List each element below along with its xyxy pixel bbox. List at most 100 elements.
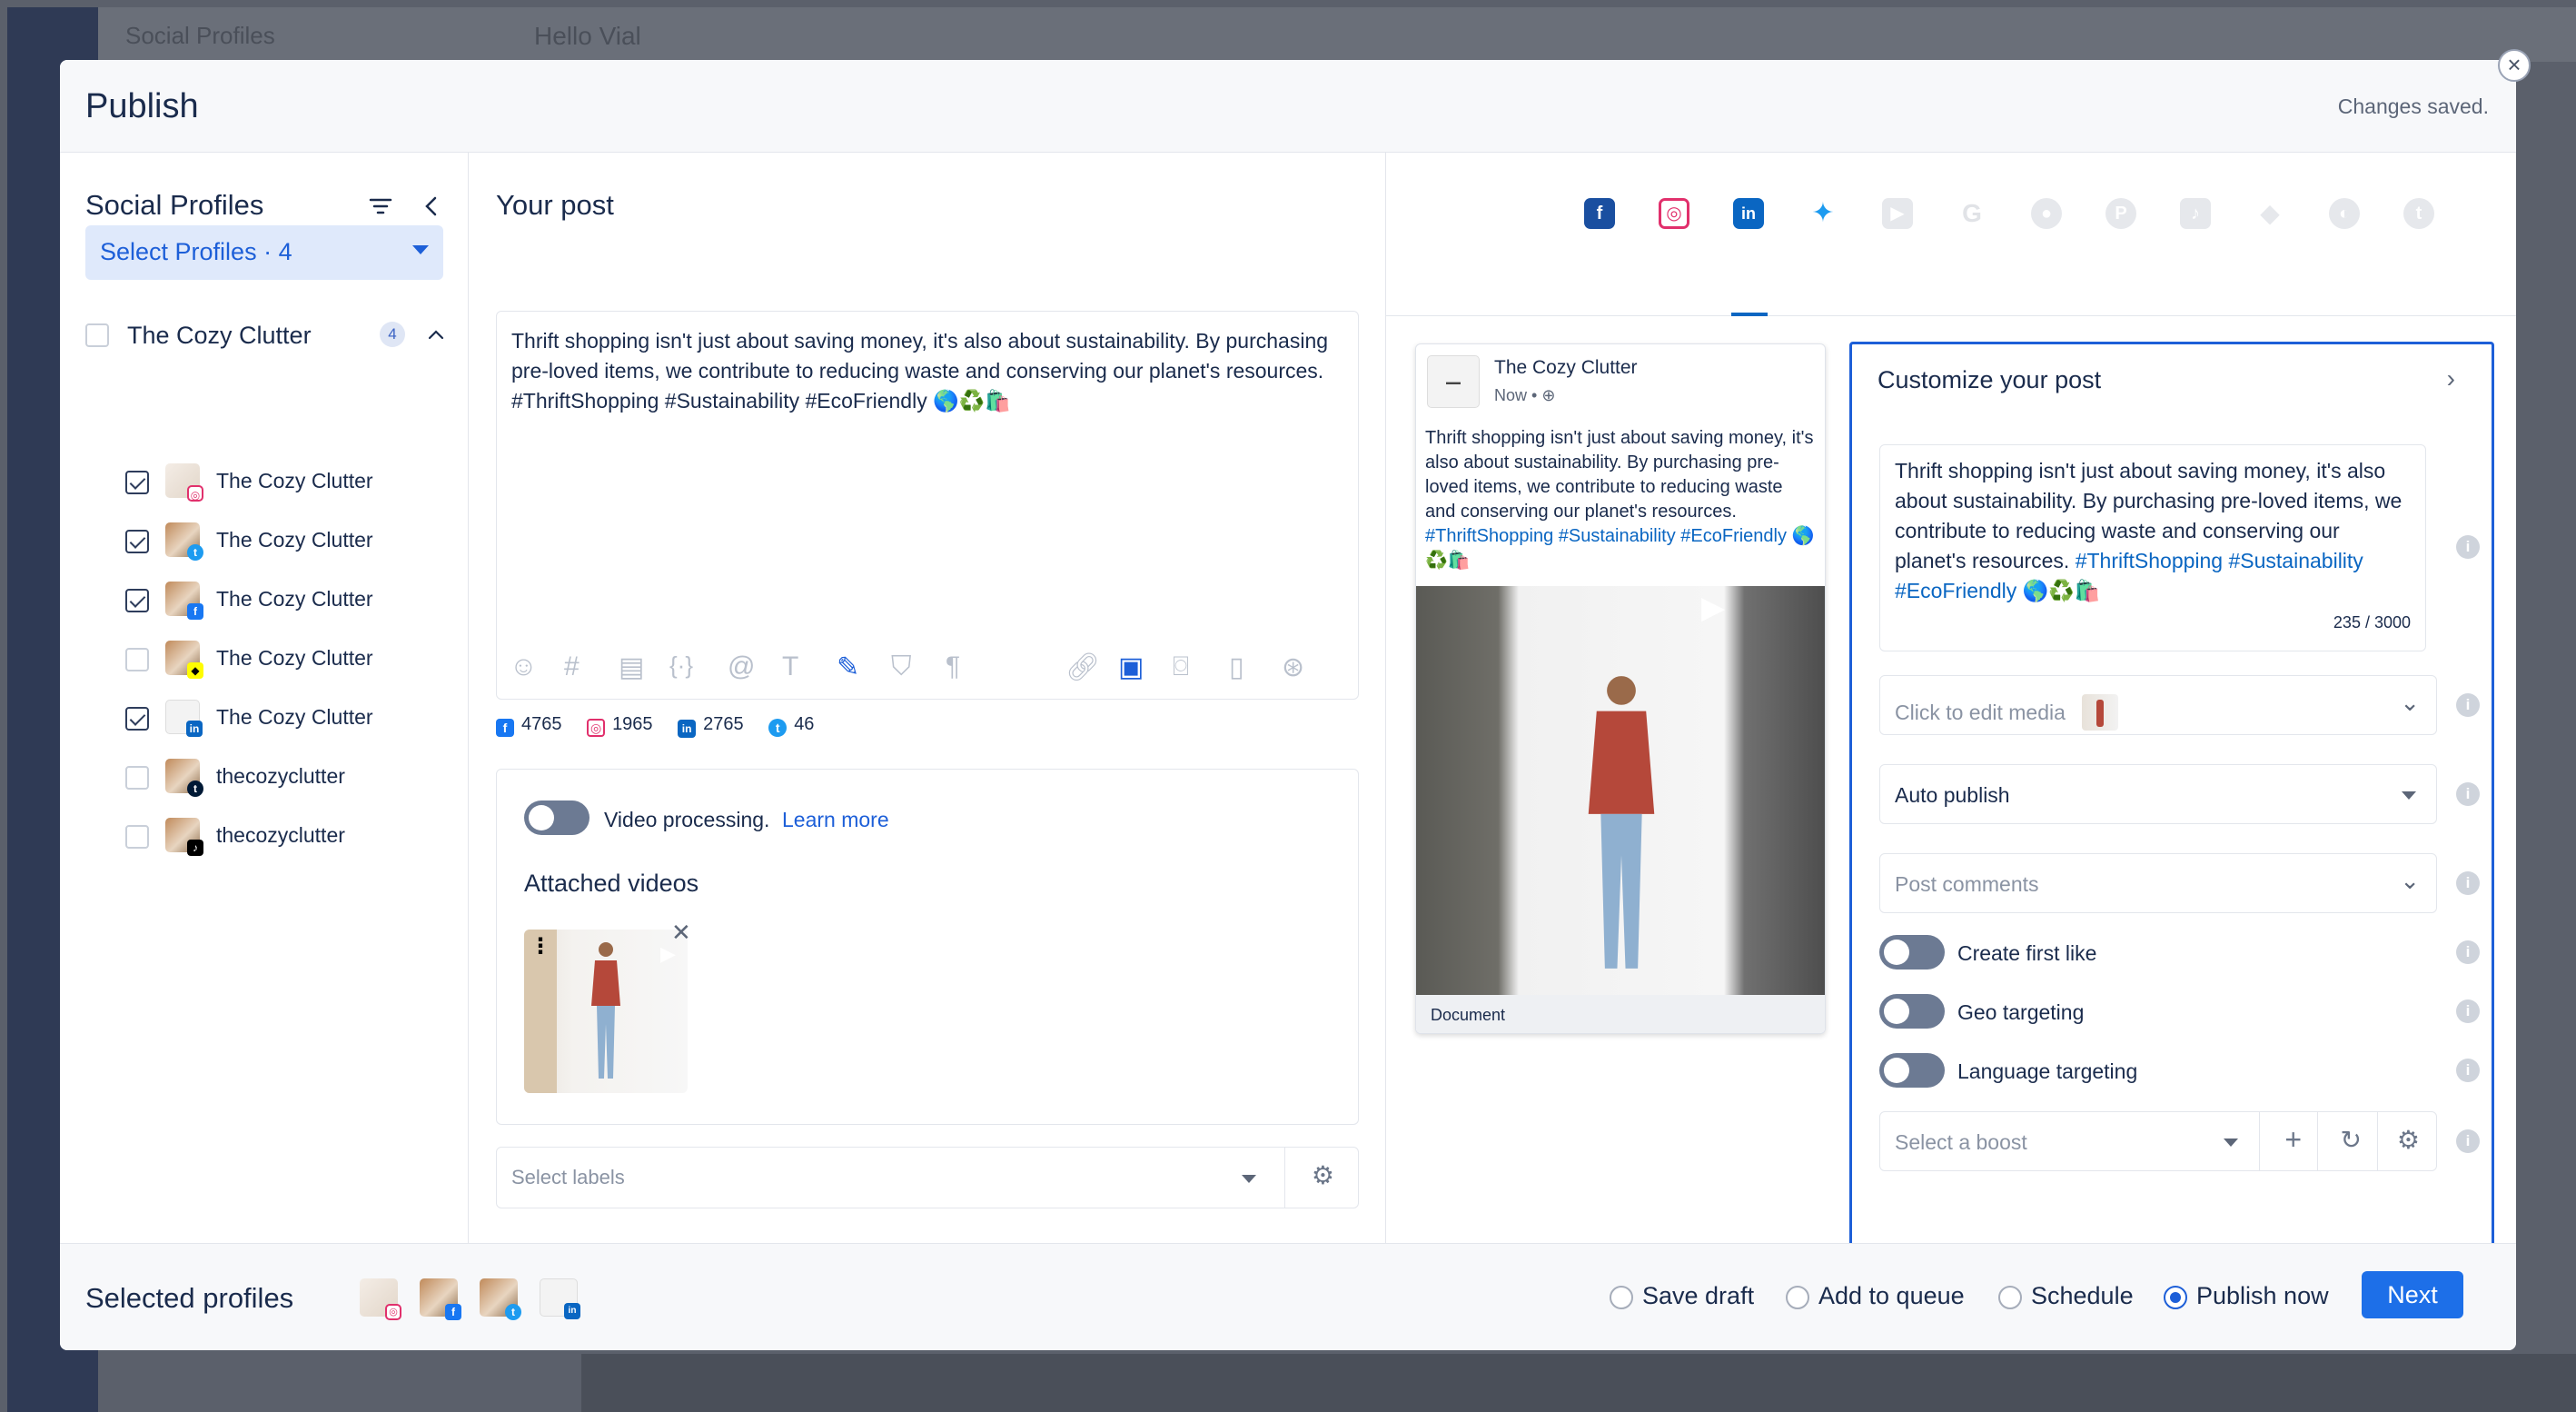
tab-google[interactable]: G: [1957, 198, 1987, 229]
avatar[interactable]: ◎: [360, 1278, 401, 1320]
filter-icon[interactable]: [367, 193, 394, 220]
profile-checkbox[interactable]: [125, 766, 149, 790]
tab-snapchat[interactable]: ◆: [2254, 198, 2285, 229]
tab-threads[interactable]: ◐: [2329, 198, 2360, 229]
info-icon[interactable]: i: [2456, 1059, 2480, 1082]
tab-tiktok[interactable]: ♪: [2180, 198, 2211, 229]
close-icon[interactable]: ×: [2498, 49, 2531, 82]
video-thumbnail[interactable]: ⋮ ▶: [524, 930, 688, 1093]
tab-pinterest[interactable]: P: [2105, 198, 2136, 229]
post-text[interactable]: Thrift shopping isn't just about saving …: [511, 326, 1338, 416]
profile-checkbox[interactable]: [125, 707, 149, 731]
profile-row[interactable]: f The Cozy Clutter: [125, 582, 452, 621]
tab-twitter[interactable]: ✦: [1808, 198, 1838, 229]
info-icon[interactable]: i: [2456, 535, 2480, 559]
first-like-toggle[interactable]: [1879, 935, 1945, 970]
profile-checkbox[interactable]: [125, 471, 149, 494]
next-button[interactable]: Next: [2362, 1271, 2463, 1318]
snippet-icon[interactable]: ▤: [619, 651, 644, 683]
profile-checkbox[interactable]: [125, 648, 149, 671]
tab-facebook[interactable]: f: [1584, 198, 1615, 229]
profile-row[interactable]: in The Cozy Clutter: [125, 700, 452, 740]
twitter-icon: t: [505, 1304, 521, 1320]
info-icon[interactable]: i: [2456, 1129, 2480, 1153]
linkedin-icon: in: [678, 720, 697, 738]
profile-row[interactable]: ◆ The Cozy Clutter: [125, 641, 452, 681]
geo-targeting-toggle[interactable]: [1879, 994, 1945, 1029]
preview-document-label: Document: [1416, 995, 1825, 1033]
media-thumbnail: [2082, 694, 2119, 731]
labels-select[interactable]: Select labels ⚙: [496, 1147, 1359, 1208]
profile-group[interactable]: The Cozy Clutter 4: [85, 320, 458, 356]
link-icon[interactable]: 🔗︎: [1065, 651, 1100, 683]
profile-checkbox[interactable]: [125, 589, 149, 612]
preview-time-label: Now •: [1494, 386, 1538, 404]
chevron-down-icon: ⌄: [2400, 689, 2420, 716]
profile-checkbox[interactable]: [125, 825, 149, 849]
tab-tumblr[interactable]: t: [2403, 198, 2434, 229]
add-to-queue-radio[interactable]: [1786, 1286, 1809, 1309]
info-icon[interactable]: i: [2456, 999, 2480, 1023]
canva-icon[interactable]: ⊛: [1282, 651, 1304, 683]
edit-media-field[interactable]: Click to edit media ⌄: [1879, 675, 2437, 735]
refresh-icon[interactable]: ↻: [2341, 1125, 2362, 1155]
document-icon[interactable]: ▯: [1229, 651, 1244, 683]
tab-youtube[interactable]: ▶: [1882, 198, 1913, 229]
play-icon[interactable]: ▶: [1701, 590, 1725, 626]
save-draft-radio[interactable]: [1610, 1286, 1633, 1309]
profile-row[interactable]: ◎ The Cozy Clutter: [125, 463, 452, 503]
add-to-queue-label[interactable]: Add to queue: [1818, 1282, 1965, 1310]
profile-row[interactable]: t The Cozy Clutter: [125, 522, 452, 562]
magic-wand-icon[interactable]: ✎: [837, 651, 859, 683]
paragraph-icon[interactable]: ¶: [946, 651, 960, 682]
collapse-panel-icon[interactable]: [418, 193, 445, 220]
tumblr-icon: t: [187, 781, 203, 797]
post-comments-field[interactable]: Post comments ⌄: [1879, 853, 2437, 913]
chevron-right-icon[interactable]: ›: [2447, 364, 2455, 393]
publish-now-radio[interactable]: [2164, 1286, 2187, 1309]
more-options-icon[interactable]: ⋮: [530, 933, 551, 960]
text-format-icon[interactable]: T: [782, 651, 798, 682]
variable-icon[interactable]: {·}: [669, 651, 693, 680]
info-icon[interactable]: i: [2456, 871, 2480, 895]
profile-checkbox[interactable]: [125, 530, 149, 553]
schedule-label[interactable]: Schedule: [2031, 1282, 2134, 1310]
schedule-radio[interactable]: [1998, 1286, 2022, 1309]
video-upload-icon[interactable]: ▣: [1118, 651, 1144, 683]
select-profiles-dropdown[interactable]: Select Profiles · 4: [85, 225, 443, 280]
learn-more-link[interactable]: Learn more: [782, 808, 889, 832]
publish-now-label[interactable]: Publish now: [2196, 1282, 2329, 1310]
attached-videos-heading: Attached videos: [524, 870, 699, 897]
post-editor[interactable]: Thrift shopping isn't just about saving …: [496, 311, 1359, 700]
customize-text[interactable]: Thrift shopping isn't just about saving …: [1879, 444, 2426, 651]
hashtag-icon[interactable]: #: [564, 651, 580, 682]
avatar[interactable]: t: [480, 1278, 521, 1320]
remove-video-icon[interactable]: ✕: [671, 919, 691, 947]
avatar[interactable]: f: [420, 1278, 461, 1320]
emoji-icon[interactable]: ☺: [510, 651, 538, 682]
mention-icon[interactable]: @: [728, 651, 755, 682]
save-draft-label[interactable]: Save draft: [1642, 1282, 1754, 1310]
shield-icon[interactable]: ⛉: [891, 651, 912, 682]
chevron-up-icon[interactable]: [425, 323, 447, 351]
info-icon[interactable]: i: [2456, 940, 2480, 964]
gear-icon[interactable]: ⚙: [1312, 1160, 1334, 1190]
tab-linkedin[interactable]: in: [1733, 198, 1764, 229]
profile-row[interactable]: t thecozyclutter: [125, 759, 452, 799]
group-checkbox[interactable]: [85, 323, 109, 347]
add-icon[interactable]: +: [2284, 1123, 2302, 1157]
video-processing-toggle[interactable]: [524, 800, 590, 835]
gear-icon[interactable]: ⚙: [2397, 1125, 2420, 1155]
boost-select[interactable]: Select a boost + ↻ ⚙: [1879, 1111, 2437, 1171]
camera-icon[interactable]: ⌼: [1173, 651, 1189, 682]
auto-publish-select[interactable]: Auto publish: [1879, 764, 2437, 824]
profile-row[interactable]: ♪ thecozyclutter: [125, 818, 452, 858]
info-icon[interactable]: i: [2456, 693, 2480, 717]
tab-reddit[interactable]: ●: [2031, 198, 2062, 229]
preview-hashtags: #ThriftShopping #Sustainability #EcoFrie…: [1425, 526, 1787, 546]
tab-instagram[interactable]: ◎: [1659, 198, 1689, 229]
info-icon[interactable]: i: [2456, 782, 2480, 806]
avatar[interactable]: in: [540, 1278, 580, 1319]
preview-video[interactable]: ▶: [1416, 586, 1825, 995]
language-targeting-toggle[interactable]: [1879, 1053, 1945, 1088]
